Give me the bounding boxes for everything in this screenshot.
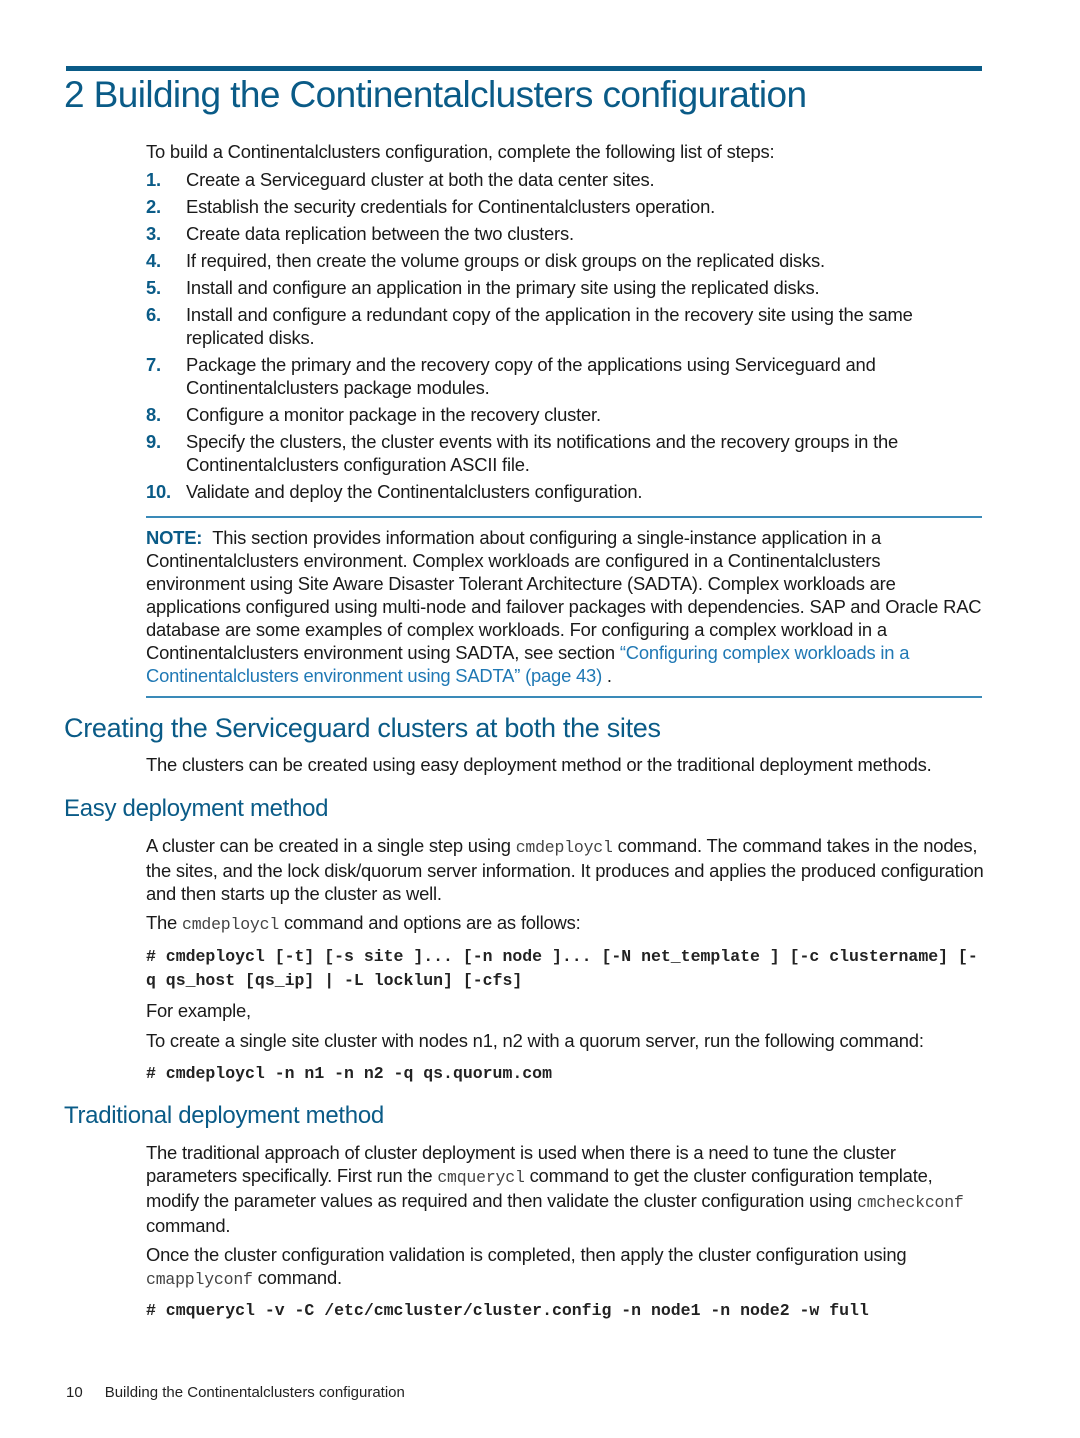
example-description: To create a single site cluster with nod… bbox=[146, 1030, 924, 1051]
page-number: 10 bbox=[66, 1384, 83, 1401]
step-text: Create data replication between the two … bbox=[186, 223, 574, 244]
chapter-intro: To build a Continentalclusters configura… bbox=[146, 141, 775, 162]
text: A cluster can be created in a single ste… bbox=[146, 835, 516, 856]
traditional-paragraph-2: Once the cluster configuration validatio… bbox=[146, 1243, 986, 1291]
step-number: 5. bbox=[146, 277, 161, 298]
step-number: 3. bbox=[146, 223, 161, 244]
list-item: 8. Configure a monitor package in the rec… bbox=[146, 403, 986, 426]
step-number: 4. bbox=[146, 250, 161, 271]
text: The bbox=[146, 912, 182, 933]
list-item: 1. Create a Serviceguard cluster at both … bbox=[146, 168, 986, 191]
step-number: 7. bbox=[146, 354, 161, 375]
note-label: NOTE: bbox=[146, 527, 203, 548]
list-item: 4. If required, then create the volume gr… bbox=[146, 249, 986, 272]
step-number: 2. bbox=[146, 196, 161, 217]
list-item: 10. Validate and deploy the Continentalcl… bbox=[146, 480, 986, 503]
traditional-paragraph-1: The traditional approach of cluster depl… bbox=[146, 1141, 986, 1237]
note-tail: . bbox=[602, 665, 612, 686]
chapter-top-rule bbox=[66, 66, 982, 71]
step-text: Install and configure a redundant copy o… bbox=[186, 304, 913, 348]
text: command. bbox=[146, 1215, 231, 1236]
section-intro: The clusters can be created using easy d… bbox=[146, 754, 932, 775]
list-item: 7. Package the primary and the recovery c… bbox=[146, 353, 986, 399]
subsection-heading-easy: Easy deployment method bbox=[64, 795, 329, 822]
note-bottom-rule bbox=[146, 696, 982, 698]
inline-command: cmdeploycl bbox=[515, 838, 613, 857]
list-item: 2. Establish the security credentials for… bbox=[146, 195, 986, 218]
subsection-heading-traditional: Traditional deployment method bbox=[64, 1102, 384, 1129]
step-text: Create a Serviceguard cluster at both th… bbox=[186, 169, 655, 190]
step-number: 6. bbox=[146, 304, 161, 325]
step-number: 1. bbox=[146, 169, 161, 190]
step-text: Specify the clusters, the cluster events… bbox=[186, 431, 899, 475]
step-number: 9. bbox=[146, 431, 161, 452]
step-text: Package the primary and the recovery cop… bbox=[186, 354, 876, 398]
command-syntax: # cmdeploycl [-t] [-s site ]... [-n node… bbox=[146, 947, 978, 990]
list-item: 9. Specify the clusters, the cluster even… bbox=[146, 430, 986, 476]
note-box: NOTE: This section provides information a… bbox=[146, 526, 982, 687]
step-number: 10. bbox=[146, 481, 171, 502]
step-text: Install and configure an application in … bbox=[186, 277, 820, 298]
list-item: 6. Install and configure a redundant copy… bbox=[146, 303, 986, 349]
step-text: If required, then create the volume grou… bbox=[186, 250, 825, 271]
page-footer: 10 Building the Continentalclusters confi… bbox=[66, 1384, 405, 1401]
list-item: 5. Install and configure an application i… bbox=[146, 276, 986, 299]
text: command. bbox=[252, 1267, 342, 1288]
easy-paragraph-1: A cluster can be created in a single ste… bbox=[146, 834, 986, 905]
easy-paragraph-2: The cmdeploycl command and options are a… bbox=[146, 911, 986, 936]
footer-title: Building the Continentalclusters configu… bbox=[104, 1384, 405, 1401]
steps-list: 1. Create a Serviceguard cluster at both … bbox=[146, 168, 986, 507]
section-heading: Creating the Serviceguard clusters at bo… bbox=[64, 713, 661, 743]
inline-command: cmdeploycl bbox=[182, 915, 280, 934]
text: Once the cluster configuration validatio… bbox=[146, 1244, 907, 1265]
chapter-title: 2 Building the Continentalclusters confi… bbox=[64, 74, 807, 115]
inline-command: cmquerycl bbox=[437, 1168, 525, 1187]
note-top-rule bbox=[146, 516, 982, 518]
query-command: # cmquerycl -v -C /etc/cmcluster/cluster… bbox=[146, 1301, 869, 1320]
step-text: Validate and deploy the Continentalclust… bbox=[186, 481, 643, 502]
inline-command: cmapplyconf bbox=[146, 1270, 253, 1289]
for-example-text: For example, bbox=[146, 1000, 251, 1021]
text: command and options are as follows: bbox=[279, 912, 581, 933]
inline-command: cmcheckconf bbox=[856, 1193, 964, 1212]
step-text: Establish the security credentials for C… bbox=[186, 196, 716, 217]
step-text: Configure a monitor package in the recov… bbox=[186, 404, 601, 425]
list-item: 3. Create data replication between the tw… bbox=[146, 222, 986, 245]
example-command: # cmdeploycl -n n1 -n n2 -q qs.quorum.co… bbox=[146, 1064, 552, 1083]
step-number: 8. bbox=[146, 404, 161, 425]
